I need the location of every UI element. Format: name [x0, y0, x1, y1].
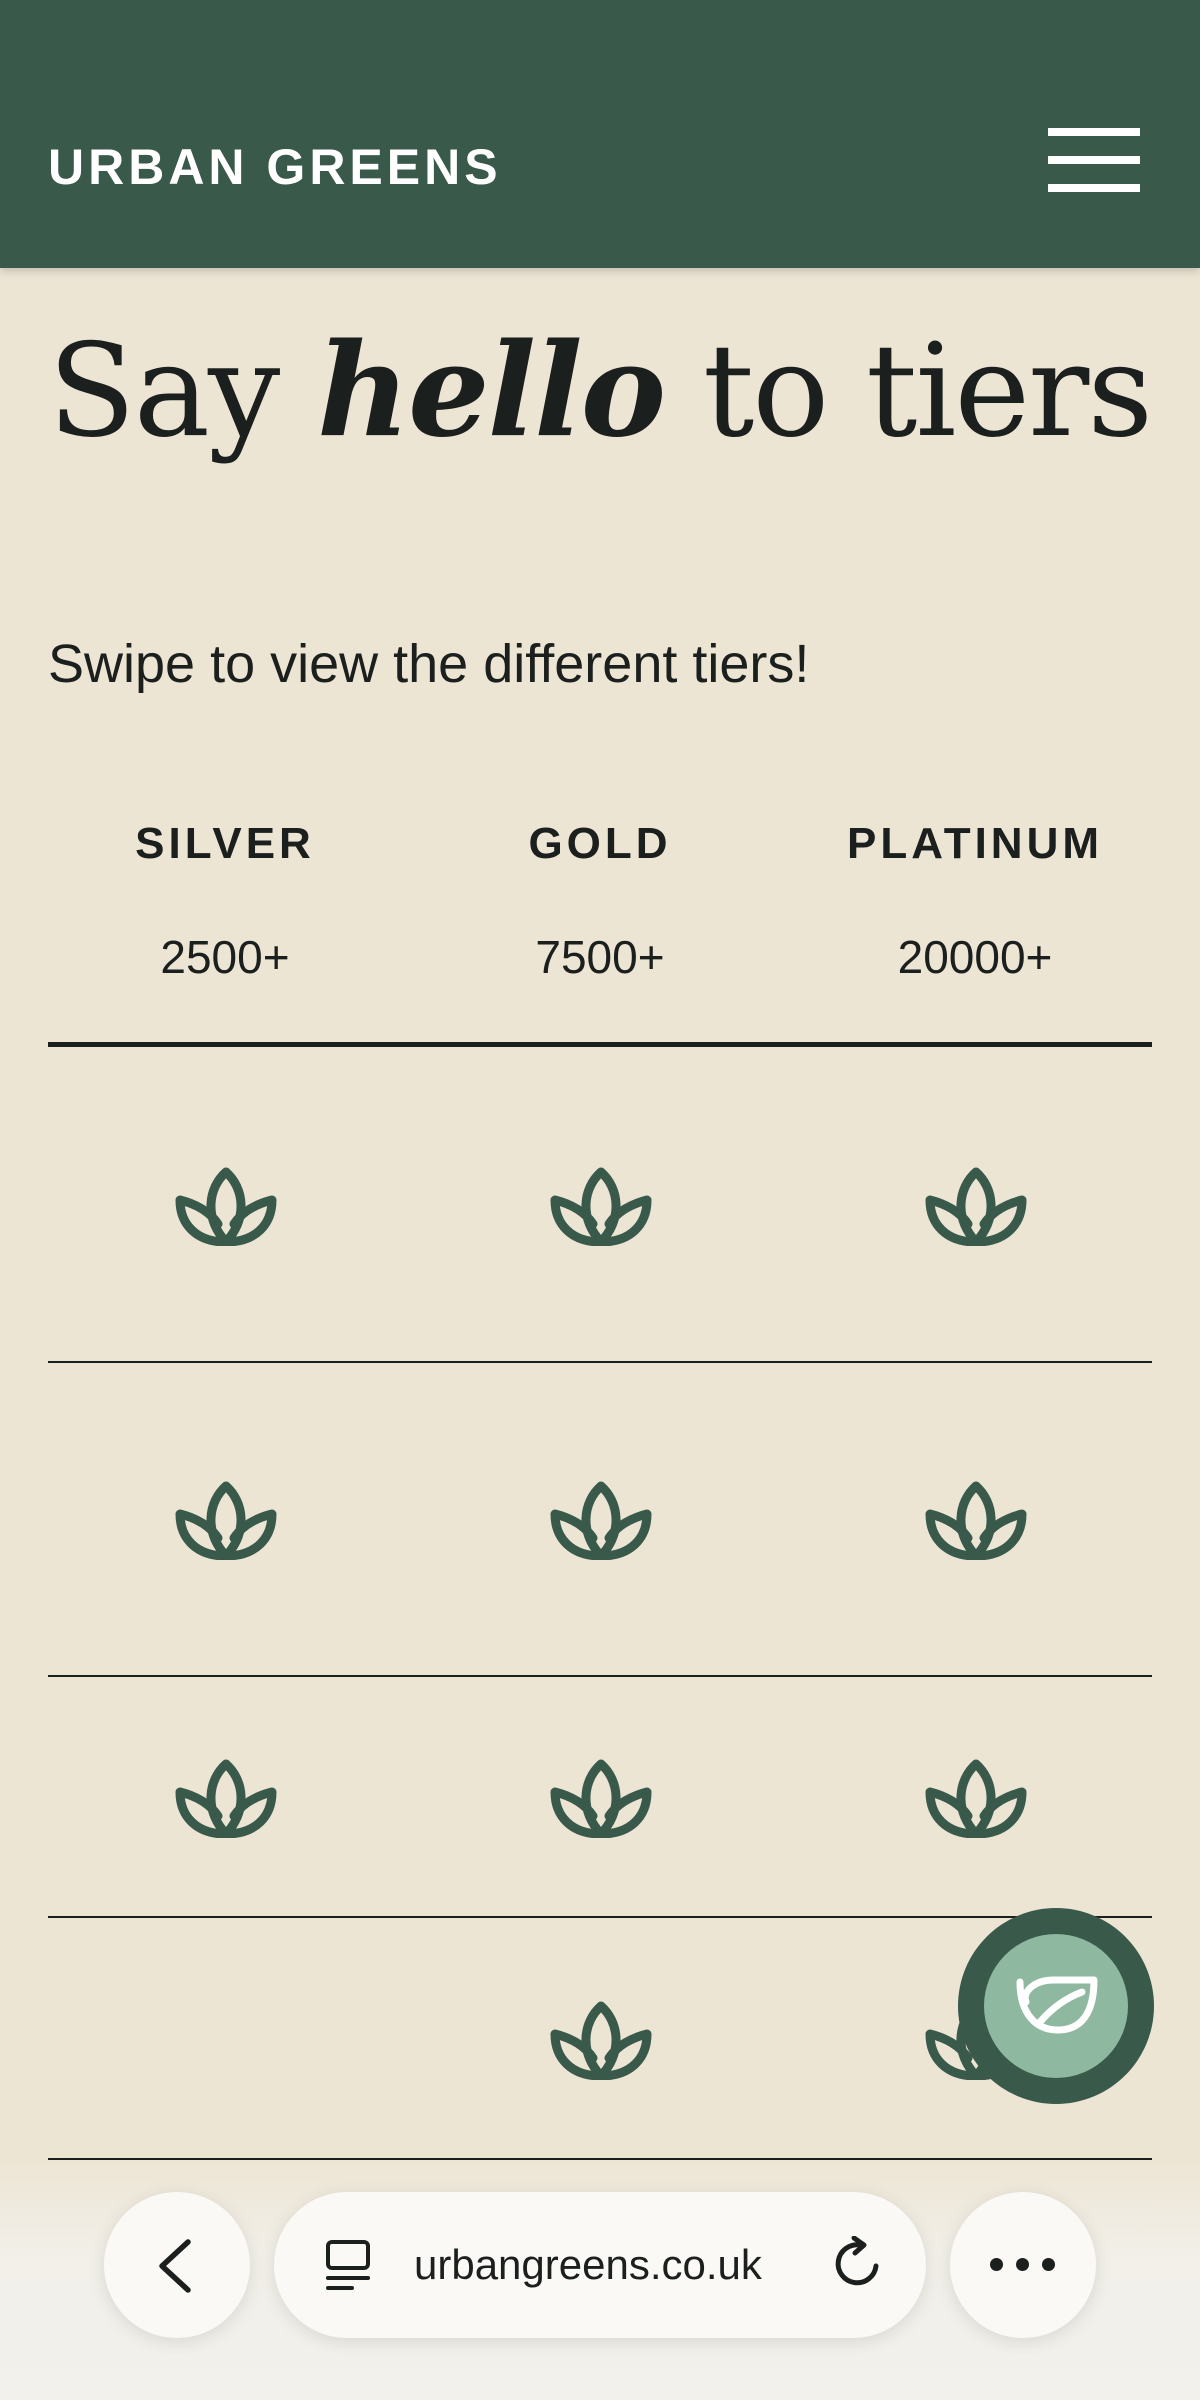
lotus-icon — [549, 2000, 653, 2080]
lotus-icon — [549, 1758, 653, 1838]
browser-back-button[interactable] — [104, 2192, 250, 2338]
browser-more-button[interactable] — [950, 2192, 1096, 2338]
url-text: urbangreens.co.uk — [414, 2241, 762, 2288]
chevron-left-icon — [159, 2239, 191, 2293]
table-row-divider — [48, 1361, 1152, 1363]
fab-inner — [984, 1934, 1128, 2078]
lotus-icon — [174, 1480, 278, 1560]
table-header-divider — [48, 1042, 1152, 1047]
hamburger-menu-icon[interactable] — [1040, 120, 1144, 208]
tier-points: 20000+ — [897, 931, 1053, 983]
lotus-icon — [549, 1480, 653, 1560]
lotus-icon — [924, 1480, 1028, 1560]
lotus-icon — [924, 1166, 1028, 1246]
lotus-icon — [174, 1758, 278, 1838]
table-row-divider — [48, 1916, 1152, 1918]
tier-name: PLATINUM — [846, 819, 1104, 868]
tier-name: SILVER — [135, 819, 315, 868]
tier-silver[interactable]: SILVER 2500+ — [41, 819, 409, 983]
tier-gold[interactable]: GOLD 7500+ — [416, 819, 784, 983]
brand-logo[interactable]: URBAN GREENS — [48, 142, 502, 192]
reload-icon[interactable] — [830, 2236, 886, 2292]
swipe-hint: Swipe to view the different tiers! — [48, 634, 810, 694]
tier-name: GOLD — [528, 819, 672, 868]
title-after: to tiers — [664, 317, 1153, 466]
more-dots-icon — [990, 2258, 1056, 2272]
page-title: Say hello to tiers — [48, 316, 1153, 466]
tier-points: 7500+ — [535, 931, 665, 983]
title-before: Say — [48, 317, 317, 466]
page: URBAN GREENS Say hello to tiers Swipe to… — [0, 0, 1200, 2400]
rewards-fab-button[interactable] — [958, 1908, 1154, 2104]
browser-address-bar[interactable]: urbangreens.co.uk — [274, 2192, 926, 2338]
tier-platinum[interactable]: PLATINUM 20000+ — [791, 819, 1159, 983]
lotus-icon — [924, 1758, 1028, 1838]
page-menu-icon — [326, 2240, 370, 2290]
lotus-icon — [549, 1166, 653, 1246]
tier-points: 2500+ — [160, 931, 290, 983]
lotus-icon — [174, 1166, 278, 1246]
leaf-icon — [1016, 1976, 1098, 2034]
site-header: URBAN GREENS — [0, 0, 1200, 268]
table-row-divider — [48, 1675, 1152, 1677]
title-emphasis: hello — [317, 316, 666, 466]
